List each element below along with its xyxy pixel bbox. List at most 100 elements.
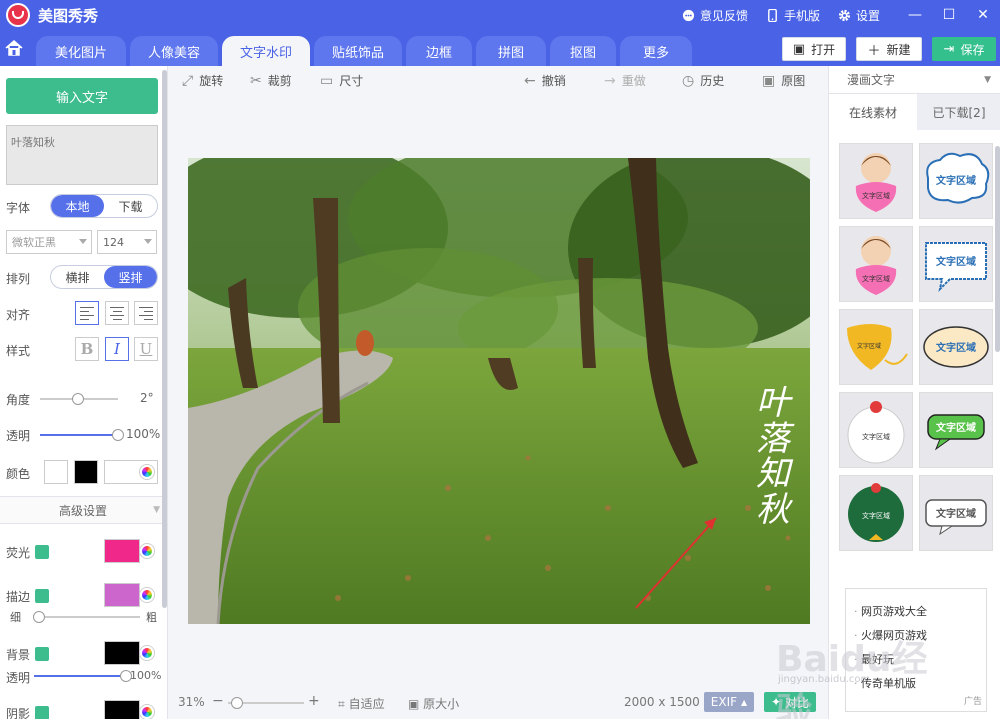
bold-button[interactable]: B [75,337,99,361]
background-color-swatch[interactable] [104,641,140,665]
left-panel-scrollbar[interactable] [162,70,167,608]
glow-color-wheel-icon[interactable] [140,544,154,558]
original-label: 原图 [781,74,806,88]
align-left-button[interactable] [75,301,99,325]
open-button[interactable]: ▣ 打开 [782,37,846,61]
stroke-thin-label: 细 [10,611,21,624]
tab-text-watermark[interactable]: 文字水印 [222,36,310,66]
minimize-button[interactable]: — [898,0,932,30]
feedback-link[interactable]: 意见反馈 [682,7,748,24]
text-watermark-overlay[interactable]: 叶 落 知 秋 [748,385,798,529]
shadow-checkbox[interactable] [35,706,49,719]
stroke-checkbox[interactable] [35,589,49,603]
ad-link[interactable]: 传奇单机版 [854,675,986,691]
glow-color-swatch[interactable] [104,539,140,563]
sticker-text: 文字区域 [936,421,976,434]
original-size-button[interactable]: ▣ 原大小 [408,695,459,712]
shadow-color-wheel-icon[interactable] [140,705,154,719]
color-swatch-black[interactable] [74,460,98,484]
category-select[interactable]: 漫画文字 ▼ [829,66,1000,94]
zoom-slider-knob[interactable] [231,697,244,709]
undo-button[interactable]: ← 撤销 [524,72,566,89]
tab-portrait[interactable]: 人像美容 [130,36,218,66]
advanced-settings-header[interactable]: 高级设置 ▼ [0,496,166,524]
background-checkbox[interactable] [35,647,49,661]
color-wheel-icon[interactable] [140,465,154,479]
glow-checkbox[interactable] [35,545,49,559]
font-family-select[interactable]: 微软正黑 [6,230,92,254]
photo-canvas[interactable]: 叶 落 知 秋 [188,158,810,624]
settings-link[interactable]: 设置 [838,7,880,24]
angle-slider-knob[interactable] [72,393,85,405]
angle-slider[interactable] [40,393,118,405]
fit-button[interactable]: ⌗ 自适应 [338,695,385,712]
sticker-thumb[interactable]: 文字区域 [919,226,993,302]
sticker-thumb[interactable]: 文字区域 [919,392,993,468]
tab-stickers[interactable]: 贴纸饰品 [314,36,402,66]
new-button[interactable]: ＋ 新建 [856,37,922,61]
tab-downloaded[interactable]: 已下载[2] [917,94,1000,130]
tab-beautify[interactable]: 美化图片 [36,36,126,66]
home-icon[interactable] [4,38,24,58]
stroke-width-knob[interactable] [33,611,46,623]
italic-button[interactable]: I [105,337,129,361]
ad-link[interactable]: 火爆网页游戏 [854,627,986,643]
align-center-button[interactable] [105,301,129,325]
font-source-toggle[interactable]: 本地 下载 [50,194,158,218]
original-size-icon: ▣ [408,697,424,711]
exif-button[interactable]: EXIF ▲ [704,692,754,712]
sticker-thumb[interactable]: 文字区域 [839,309,913,385]
tab-more[interactable]: 更多 [620,36,692,66]
stroke-color-wheel-icon[interactable] [140,588,154,602]
sticker-thumb[interactable]: 文字区域 [919,143,993,219]
redo-button[interactable]: → 重做 [604,72,646,89]
arrange-vertical[interactable]: 竖排 [104,266,157,288]
sticker-thumb[interactable]: 文字区域 [839,392,913,468]
size-label: 尺寸 [339,74,364,88]
tab-cutout[interactable]: 抠图 [550,36,616,66]
close-button[interactable]: ✕ [966,0,1000,30]
stroke-color-swatch[interactable] [104,583,140,607]
history-button[interactable]: ◷ 历史 [682,72,724,89]
ad-link[interactable]: 网页游戏大全 [854,603,986,619]
background-opacity-slider[interactable] [34,670,132,682]
text-content-field[interactable]: 叶落知秋 [6,125,158,185]
sticker-thumb[interactable]: 文字区域 [839,226,913,302]
tab-frames[interactable]: 边框 [406,36,472,66]
ad-link[interactable]: 最好玩 [854,651,986,667]
align-right-button[interactable] [134,301,158,325]
save-button[interactable]: ⇥ 保存 [932,37,996,61]
crop-tool[interactable]: ✂ 裁剪 [250,72,292,89]
font-source-local[interactable]: 本地 [51,195,104,217]
arrange-horizontal[interactable]: 横排 [51,266,104,288]
zoom-out-button[interactable]: − [212,693,224,709]
compare-button[interactable]: ✦ 对比 [764,692,816,712]
sticker-thumb[interactable]: 文字区域 [919,309,993,385]
rotate-tool[interactable]: ⤢ 旋转 [182,72,223,89]
color-swatch-white[interactable] [44,460,68,484]
green-bubble-sticker: 文字区域 [927,414,985,451]
arrange-toggle[interactable]: 横排 竖排 [50,265,158,289]
maximize-button[interactable]: ☐ [932,0,966,30]
sticker-thumb[interactable]: 文字区域 [839,143,913,219]
fit-label: 自适应 [348,697,385,711]
shadow-color-swatch[interactable] [104,700,140,719]
opacity-slider[interactable] [40,429,124,441]
underline-button[interactable]: U [134,337,158,361]
stroke-width-slider[interactable] [33,611,140,623]
zoom-in-button[interactable]: + [308,693,320,709]
sticker-thumb[interactable]: 文字区域 [839,475,913,551]
tab-collage[interactable]: 拼图 [476,36,546,66]
mobile-link[interactable]: 手机版 [766,7,820,24]
font-source-download[interactable]: 下载 [104,195,157,217]
input-text-button[interactable]: 输入文字 [6,78,158,114]
font-size-select[interactable]: 124 [97,230,157,254]
materials-scrollbar[interactable] [995,146,1000,352]
tab-online-materials[interactable]: 在线素材 [829,94,917,130]
size-tool[interactable]: ▭ 尺寸 [320,72,363,89]
original-button[interactable]: ▣ 原图 [762,72,805,89]
background-color-wheel-icon[interactable] [140,646,154,660]
sticker-thumb[interactable]: 文字区域 [919,475,993,551]
zoom-slider[interactable] [228,697,304,709]
opacity-slider-knob[interactable] [112,429,124,441]
